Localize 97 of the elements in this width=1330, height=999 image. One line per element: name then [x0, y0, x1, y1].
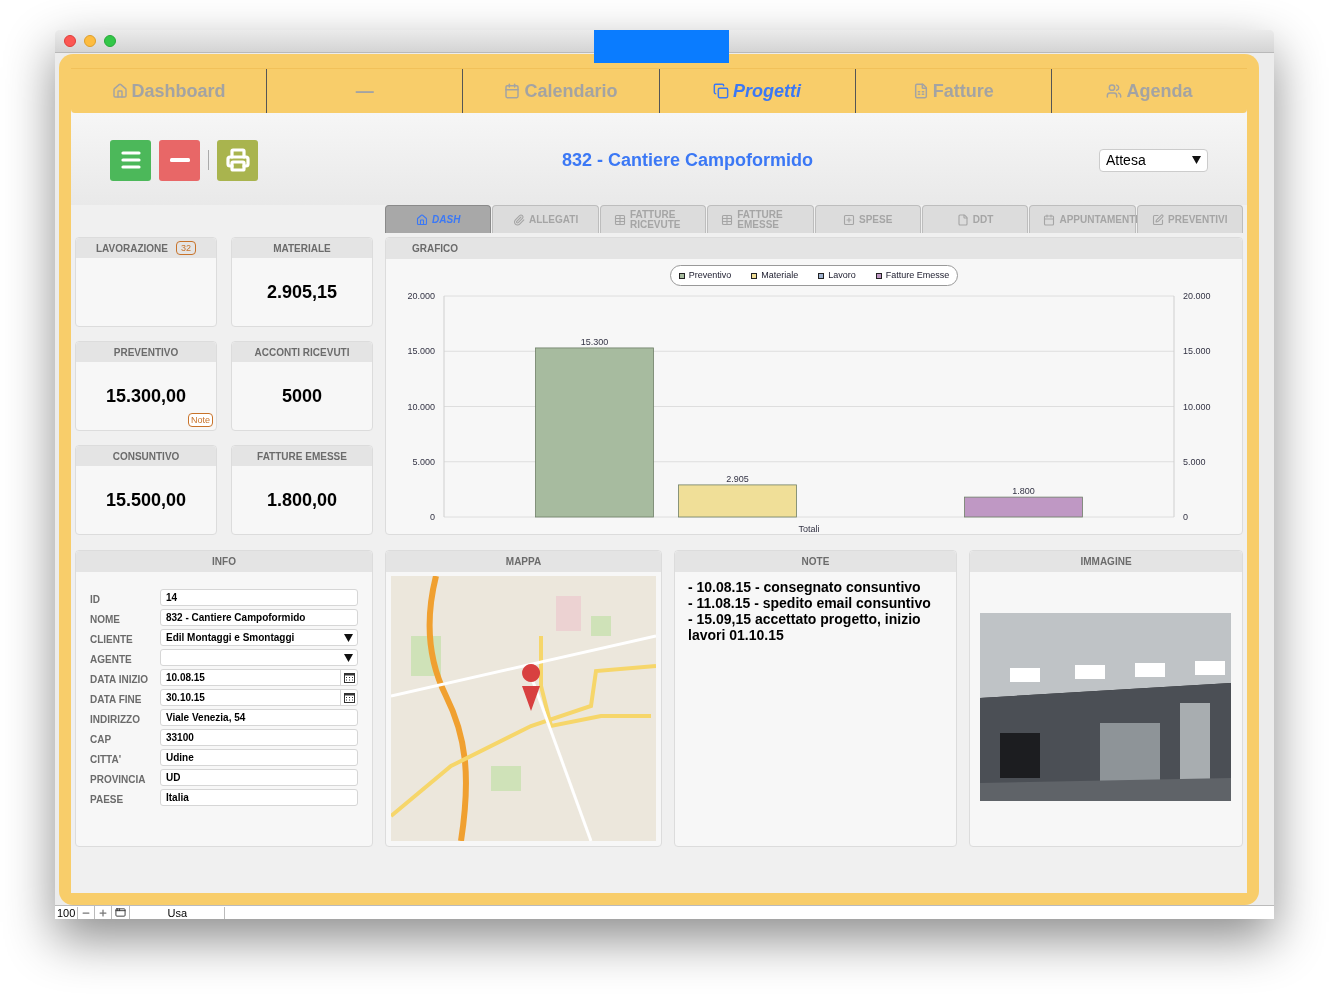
- card-title: PREVENTIVO: [113, 345, 179, 360]
- field-label: DATA INIZIO: [90, 673, 150, 687]
- panel-title: GRAFICO: [412, 242, 459, 256]
- minimize-button[interactable]: [84, 35, 96, 47]
- home-icon: [111, 83, 128, 99]
- axis-tick-label: 15.000: [1183, 346, 1211, 357]
- card-value: 15.300,00: [105, 384, 187, 408]
- bar-value-label: 1.800: [1012, 486, 1035, 497]
- document-icon: [956, 213, 969, 226]
- input-field[interactable]: Viale Venezia, 54: [160, 709, 358, 726]
- table-icon: [721, 213, 734, 226]
- legend-label: Preventivo: [688, 268, 732, 282]
- section-tab[interactable]: APPUNTAMENTI: [1029, 205, 1136, 233]
- field-label: PAESE: [90, 793, 125, 807]
- field-label: DATA FINE: [90, 693, 143, 707]
- date-field[interactable]: 30.10.15: [160, 689, 358, 706]
- status-select[interactable]: Attesa: [1099, 148, 1208, 172]
- menu-button[interactable]: [110, 139, 151, 181]
- layout-button[interactable]: [112, 906, 131, 919]
- input-field[interactable]: Italia: [160, 789, 358, 806]
- field-label: INDIRIZZO: [90, 713, 141, 727]
- caret-icon: [344, 653, 353, 662]
- input-field[interactable]: Udine: [160, 749, 358, 766]
- calendar-icon: [1043, 213, 1056, 226]
- category-label: Totali: [798, 524, 820, 534]
- caret-icon: [344, 633, 353, 642]
- print-button[interactable]: [217, 139, 258, 181]
- card-title: MATERIALE: [273, 241, 331, 256]
- axis-tick-label: 0: [430, 512, 435, 522]
- people-icon: [1106, 83, 1123, 99]
- minus-icon: [169, 158, 190, 162]
- field-label: NOME: [90, 613, 121, 627]
- note-line: - 11.08.15 - spedito email consuntivo: [688, 595, 932, 611]
- printer-icon: [225, 148, 250, 172]
- input-field[interactable]: 14: [160, 589, 358, 606]
- card-title: LAVORAZIONE: [95, 241, 168, 256]
- input-field[interactable]: 33100: [160, 729, 358, 746]
- edit-icon: [1152, 213, 1165, 226]
- bar-value-label: 2.905: [726, 473, 749, 484]
- calendar-icon: [504, 83, 521, 99]
- plus-square-icon: [843, 213, 855, 226]
- field-label: PROVINCIA: [90, 773, 147, 787]
- remove-button[interactable]: [159, 139, 200, 181]
- input-field[interactable]: UD: [160, 769, 358, 786]
- panel-title: MAPPA: [505, 555, 542, 569]
- panel-title: IMMAGINE: [1080, 555, 1132, 569]
- note-badge[interactable]: Note: [188, 413, 213, 427]
- calendar-icon: [343, 692, 355, 703]
- input-field[interactable]: 832 - Cantiere Campoformido: [160, 609, 358, 626]
- card-value: 2.905,15: [266, 280, 338, 304]
- calendar-icon: [343, 672, 355, 683]
- caret-icon: [1192, 156, 1201, 164]
- select-field[interactable]: [160, 649, 358, 666]
- card-title: FATTURE EMESSE: [257, 449, 347, 464]
- section-tab[interactable]: DASH: [385, 205, 492, 233]
- axis-tick-label: 20.000: [1183, 291, 1211, 301]
- date-field[interactable]: 10.08.15: [160, 669, 358, 686]
- card-title: CONSUNTIVO: [112, 449, 180, 464]
- plus-icon: [98, 907, 109, 918]
- pages-icon: [713, 83, 730, 99]
- select-field[interactable]: Edil Montaggi e Smontaggi: [160, 629, 358, 646]
- axis-tick-label: 0: [1183, 512, 1188, 522]
- legend-label: Lavoro: [828, 268, 856, 282]
- zoom-button[interactable]: [104, 35, 116, 47]
- field-label: ID: [90, 593, 101, 607]
- card-value: 1.800,00: [266, 488, 338, 512]
- axis-tick-label: 5.000: [412, 456, 435, 467]
- nav-tab[interactable]: Dashboard: [71, 69, 267, 113]
- card-value: 15.500,00: [105, 488, 187, 512]
- field-label: CAP: [90, 733, 113, 747]
- sheet-icon: [912, 83, 929, 99]
- card-title: ACCONTI RICEVUTI: [254, 345, 350, 360]
- home-icon: [416, 213, 428, 226]
- table-icon: [613, 213, 626, 226]
- axis-tick-label: 15.000: [407, 346, 435, 357]
- panel-title: INFO: [212, 555, 236, 569]
- note-line: - 10.08.15 - consegnato consuntivo: [688, 579, 922, 595]
- zoom-level: 100: [55, 906, 79, 919]
- project-title: 832 - Cantiere Campoformido: [560, 148, 815, 172]
- note-line: - 15.09,15 accettato progetto, inizio lavori 01.10.15: [688, 611, 922, 643]
- mode-label: Usa: [130, 906, 226, 919]
- legend-label: Fatture Emesse: [885, 268, 950, 282]
- axis-tick-label: 20.000: [407, 291, 435, 301]
- axis-tick-label: 5.000: [1183, 456, 1206, 467]
- axis-tick-label: 10.000: [407, 401, 435, 412]
- field-label: AGENTE: [90, 653, 133, 667]
- field-label: CLIENTE: [90, 633, 134, 647]
- legend-label: Materiale: [761, 268, 799, 282]
- window-icon: [115, 907, 127, 918]
- card-value: 5000: [281, 384, 322, 408]
- axis-tick-label: 10.000: [1183, 401, 1211, 412]
- paperclip-icon: [512, 213, 525, 226]
- close-button[interactable]: [64, 35, 76, 47]
- field-label: CITTA': [90, 753, 123, 767]
- count-badge: 32: [176, 241, 197, 255]
- panel-title: NOTE: [801, 555, 830, 569]
- bar-value-label: 15.300: [580, 336, 609, 347]
